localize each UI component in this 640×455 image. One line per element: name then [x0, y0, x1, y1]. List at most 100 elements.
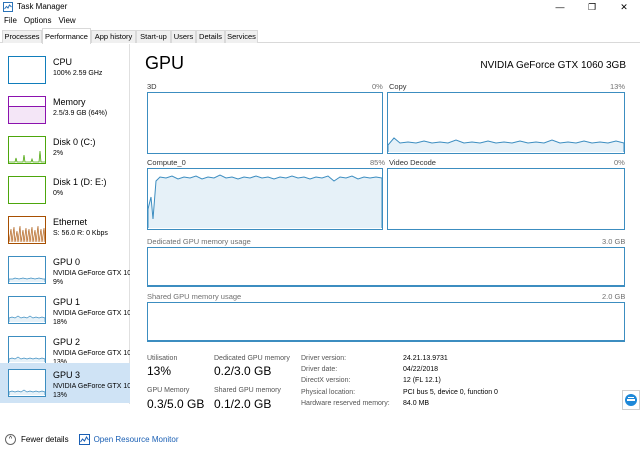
- sidebar-item-label: Disk 1 (D: E:): [53, 177, 107, 187]
- sidebar-item-detail: NVIDIA GeForce GTX 10: [53, 270, 130, 277]
- gpu-3-spark: [9, 389, 45, 395]
- sidebar-item-label: Disk 0 (C:): [53, 137, 96, 147]
- tab-start-up[interactable]: Start-up: [136, 30, 171, 43]
- hardware-reserved-memory-value: 84.0 MB: [403, 400, 430, 407]
- sidebar-item-detail: NVIDIA GeForce GTX 10: [53, 350, 130, 357]
- menu-view[interactable]: View: [54, 14, 78, 27]
- driver-date-label: Driver date:: [301, 366, 338, 373]
- sidebar-item-detail: NVIDIA GeForce GTX 10: [53, 310, 130, 317]
- cpu-thumbnail: [8, 56, 46, 84]
- menu-bar: File Options View: [0, 14, 640, 27]
- gpu-0-thumbnail: [8, 256, 46, 284]
- shared-memory-graph: [147, 302, 625, 342]
- task-manager-window: Task Manager — ❐ ✕ File Options View Pro…: [0, 0, 640, 455]
- tab-app-history[interactable]: App history: [91, 30, 136, 43]
- window-title: Task Manager: [17, 2, 68, 11]
- sidebar-item-memory[interactable]: Memory 2.5/3.9 GB (64%): [0, 90, 130, 130]
- maximize-button[interactable]: ❐: [576, 0, 608, 14]
- shared-memory-value: 0.1/2.0 GB: [214, 397, 272, 411]
- sidebar-item-detail: 2%: [53, 150, 64, 157]
- engine-video-decode-label[interactable]: Video Decode: [389, 158, 436, 167]
- dedicated-memory-graph: [147, 247, 625, 287]
- driver-version-label: Driver version:: [301, 355, 347, 362]
- engine-copy-graph: [387, 92, 625, 154]
- sidebar-item-label: GPU 2: [53, 337, 81, 347]
- tab-users[interactable]: Users: [171, 30, 196, 43]
- menu-file[interactable]: File: [0, 14, 20, 27]
- sidebar-item-label: CPU: [53, 57, 73, 67]
- tab-processes[interactable]: Processes: [2, 30, 42, 43]
- footer: ^ Fewer details Open Resource Monitor: [0, 428, 640, 450]
- gpu-memory-label: GPU Memory: [147, 387, 190, 394]
- sidebar-item-gpu-1[interactable]: GPU 1 NVIDIA GeForce GTX 10 18%: [0, 290, 130, 330]
- gpu-1-thumbnail: [8, 296, 46, 324]
- menu-options[interactable]: Options: [20, 14, 55, 27]
- fewer-details-toggle[interactable]: ^ Fewer details: [5, 433, 69, 445]
- engine-compute-percent: 85%: [370, 158, 386, 167]
- sidebar-item-detail: 2.5/3.9 GB (64%): [53, 110, 108, 117]
- engine-compute-graph: [147, 168, 383, 230]
- shared-memory-graph-label: Shared GPU memory usage: [147, 292, 242, 301]
- sidebar-item-disk-1[interactable]: Disk 1 (D: E:) 0%: [0, 170, 130, 210]
- engine-video-decode-percent: 0%: [614, 158, 625, 167]
- resource-monitor-icon: [78, 433, 90, 445]
- chevron-up-icon: ^: [5, 433, 16, 445]
- tab-performance[interactable]: Performance: [42, 28, 91, 44]
- sidebar-item-gpu-0[interactable]: GPU 0 NVIDIA GeForce GTX 10 9%: [0, 250, 130, 290]
- fewer-details-label: Fewer details: [21, 434, 69, 444]
- close-button[interactable]: ✕: [608, 0, 640, 14]
- sidebar-item-detail: S: 56.0 R: 0 Kbps: [53, 230, 108, 237]
- dedicated-memory-label: Dedicated GPU memory: [214, 355, 290, 362]
- sidebar-item-disk-0[interactable]: Disk 0 (C:) 2%: [0, 130, 130, 170]
- sidebar-item-label: GPU 1: [53, 297, 81, 307]
- tab-details[interactable]: Details: [196, 30, 225, 43]
- engine-copy-percent: 13%: [610, 82, 626, 91]
- task-manager-icon: [3, 2, 13, 12]
- gpu-2-thumbnail: [8, 336, 46, 364]
- sidebar-item-ethernet[interactable]: Ethernet S: 56.0 R: 0 Kbps: [0, 210, 130, 250]
- sidebar-item-cpu[interactable]: CPU 100% 2.59 GHz: [0, 50, 130, 90]
- floating-app-icon[interactable]: [622, 390, 640, 410]
- directx-version-value: 12 (FL 12.1): [403, 377, 441, 384]
- resource-sidebar: CPU 100% 2.59 GHz Memory 2.5/3.9 GB (64%…: [0, 44, 130, 404]
- dedicated-memory-fill: [148, 285, 624, 286]
- sidebar-item-detail: 0%: [53, 190, 64, 197]
- sidebar-item-label: Memory: [53, 97, 86, 107]
- disk-0-spark: [9, 150, 45, 163]
- memory-thumbnail-fill: [9, 106, 45, 123]
- engine-3d-graph: [147, 92, 383, 154]
- engine-video-decode-graph: [387, 168, 625, 230]
- gpu-2-spark: [9, 356, 45, 362]
- open-resource-monitor-label: Open Resource Monitor: [93, 434, 179, 444]
- dedicated-memory-value: 0.2/3.0 GB: [214, 364, 272, 378]
- minimize-button[interactable]: —: [544, 0, 576, 14]
- sidebar-scrollbar[interactable]: [130, 44, 138, 404]
- tab-services[interactable]: Services: [225, 30, 258, 43]
- physical-location-label: Physical location:: [301, 389, 356, 396]
- gpu-model-name: NVIDIA GeForce GTX 1060 3GB: [480, 60, 626, 71]
- driver-date-value: 04/22/2018: [403, 366, 439, 373]
- sidebar-item-label: GPU 0: [53, 257, 81, 267]
- memory-thumbnail: [8, 96, 46, 124]
- sidebar-item-usage: 18%: [53, 319, 68, 326]
- shared-memory-label: Shared GPU memory: [214, 387, 281, 394]
- ethernet-spark: [9, 225, 45, 243]
- sidebar-item-label: GPU 3: [53, 370, 81, 380]
- engine-3d-percent: 0%: [372, 82, 383, 91]
- sidebar-item-label: Ethernet: [53, 217, 88, 227]
- hardware-reserved-memory-label: Hardware reserved memory:: [301, 400, 390, 407]
- engine-3d-label[interactable]: 3D: [147, 82, 157, 91]
- gpu-3-thumbnail: [8, 369, 46, 397]
- remote-icon: [625, 394, 637, 406]
- engine-compute-label[interactable]: Compute_0: [147, 158, 186, 167]
- title-bar: Task Manager — ❐ ✕: [0, 0, 640, 14]
- engine-copy-label[interactable]: Copy: [389, 82, 407, 91]
- disk-1-thumbnail: [8, 176, 46, 204]
- gpu-0-spark: [9, 277, 45, 282]
- sidebar-item-detail: NVIDIA GeForce GTX 10: [53, 383, 130, 390]
- directx-version-label: DirectX version:: [301, 377, 351, 384]
- sidebar-item-gpu-3[interactable]: GPU 3 NVIDIA GeForce GTX 10 13%: [0, 363, 130, 403]
- open-resource-monitor-link[interactable]: Open Resource Monitor: [78, 433, 179, 445]
- copy-line: [388, 137, 624, 152]
- compute-line: [148, 174, 382, 228]
